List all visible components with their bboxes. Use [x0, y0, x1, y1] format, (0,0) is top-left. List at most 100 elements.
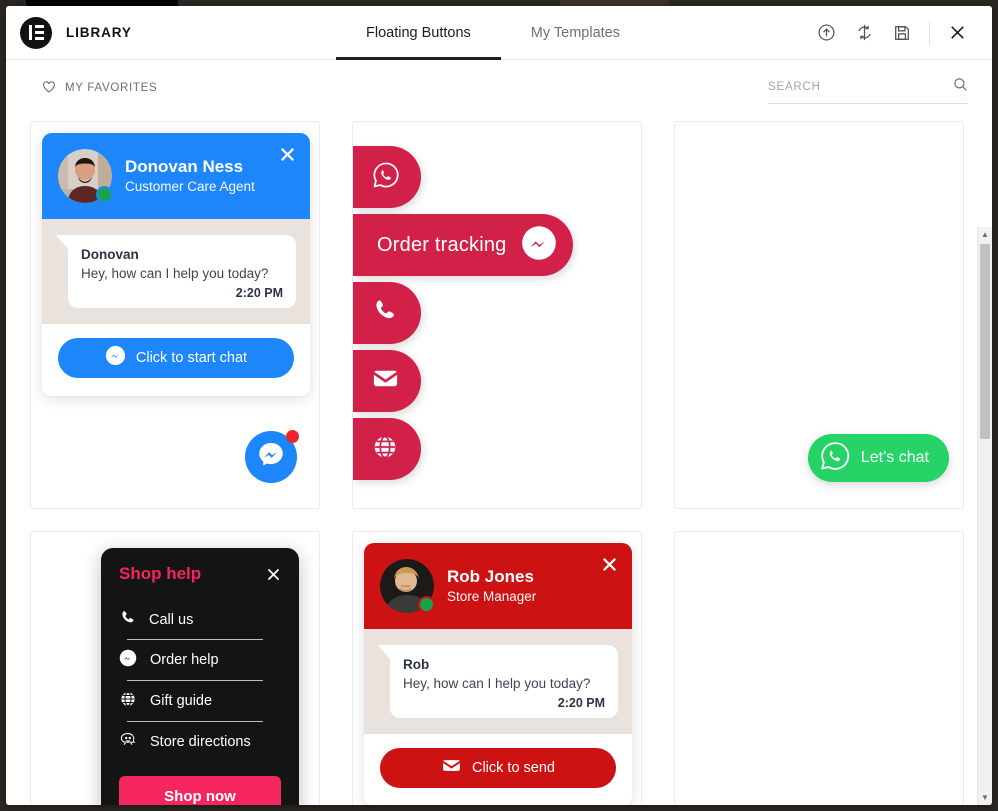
templates-grid: Donovan Ness Customer Care Agent Donovan: [30, 116, 968, 805]
click-to-send-button[interactable]: Click to send: [380, 747, 616, 788]
phone-icon: [371, 297, 398, 329]
close-icon[interactable]: [938, 14, 976, 52]
email-icon: [371, 364, 400, 398]
shop-item-call-us[interactable]: Call us: [119, 600, 281, 639]
chevron-down-icon[interactable]: ▼: [978, 790, 992, 805]
shop-item-order-help[interactable]: Order help: [119, 640, 281, 680]
shop-item-gift-guide[interactable]: Gift guide: [119, 681, 281, 721]
agent-role: Customer Care Agent: [125, 178, 255, 194]
shop-help-list: Call us Order help Gift guide Store dire…: [119, 600, 281, 762]
templates-scroll-area[interactable]: Donovan Ness Customer Care Agent Donovan: [6, 116, 992, 805]
shop-item-call-us-label: Call us: [149, 611, 194, 628]
template-card-shop-help[interactable]: Shop help Call us Order help Gift guide …: [30, 531, 320, 805]
pill-stack: Order tracking: [353, 146, 573, 480]
pill-email[interactable]: [353, 350, 421, 412]
shop-item-order-help-label: Order help: [150, 652, 219, 668]
agent-role: Store Manager: [447, 588, 537, 604]
tab-my-templates[interactable]: My Templates: [501, 6, 650, 59]
chat-bubble: Donovan Hey, how can I help you today? 2…: [56, 235, 296, 308]
pill-phone[interactable]: [353, 282, 421, 344]
phone-icon: [119, 609, 136, 630]
message-time: 2:20 PM: [557, 695, 605, 710]
messenger-fab[interactable]: [245, 430, 299, 483]
lets-chat-label: Let’s chat: [860, 449, 929, 466]
brand: LIBRARY: [6, 6, 336, 59]
template-card-empty[interactable]: [674, 531, 964, 805]
chat-widget-preview: Rob Jones Store Manager Rob Hey, how can…: [364, 543, 632, 805]
tab-floating-buttons-label: Floating Buttons: [366, 24, 471, 41]
avatar: [380, 559, 435, 613]
agent-name: Rob Jones: [447, 567, 534, 587]
chat-widget-footer: Click to send: [364, 733, 632, 805]
sync-icon[interactable]: [845, 14, 883, 52]
agent-info: Rob Jones Store Manager: [447, 566, 536, 605]
online-status-dot: [96, 186, 113, 203]
template-card-pill-stack[interactable]: Order tracking: [352, 121, 642, 509]
chat-widget-footer: Click to start chat: [42, 323, 310, 396]
upload-icon[interactable]: [807, 14, 845, 52]
online-status-dot: [418, 596, 435, 613]
library-modal: LIBRARY Floating Buttons My Templates MY…: [6, 6, 992, 805]
shop-now-button[interactable]: Shop now: [119, 776, 281, 805]
messenger-icon: [255, 439, 287, 476]
pill-globe[interactable]: [353, 418, 421, 480]
template-card-lets-chat[interactable]: Let’s chat: [674, 121, 964, 509]
whatsapp-icon: [818, 439, 852, 478]
shop-help-menu: Shop help Call us Order help Gift guide …: [101, 548, 299, 805]
chat-bubble: Rob Hey, how can I help you today? 2:20 …: [378, 645, 618, 718]
click-to-send-label: Click to send: [471, 759, 555, 776]
close-icon[interactable]: [266, 567, 281, 582]
search-icon[interactable]: [953, 77, 968, 97]
pill-order-tracking-label: Order tracking: [377, 233, 507, 256]
lets-chat-button[interactable]: Let’s chat: [807, 434, 949, 482]
search-box[interactable]: [768, 77, 968, 104]
globe-icon: [371, 433, 399, 466]
subheader: MY FAVORITES: [6, 60, 992, 116]
email-icon: [441, 755, 462, 780]
waze-icon: [119, 731, 137, 753]
message-text: Hey, how can I help you today?: [403, 675, 591, 691]
modal-header: LIBRARY Floating Buttons My Templates: [6, 6, 992, 60]
tab-floating-buttons[interactable]: Floating Buttons: [336, 6, 501, 60]
shop-item-store-directions[interactable]: Store directions: [119, 722, 281, 762]
elementor-logo-icon: [20, 16, 52, 49]
close-icon[interactable]: [279, 146, 296, 163]
chat-widget-header: Rob Jones Store Manager: [364, 543, 632, 629]
notification-badge: [286, 430, 299, 443]
message-text: Hey, how can I help you today?: [81, 265, 269, 281]
pill-whatsapp[interactable]: [353, 146, 421, 208]
message-time: 2:20 PM: [235, 285, 283, 300]
header-tabs: Floating Buttons My Templates: [336, 6, 650, 60]
pill-order-tracking[interactable]: Order tracking: [353, 214, 573, 276]
chat-widget-header: Donovan Ness Customer Care Agent: [42, 133, 310, 219]
shop-item-store-directions-label: Store directions: [150, 734, 251, 750]
header-divider: [929, 20, 930, 45]
heart-icon: [42, 80, 56, 97]
start-chat-label: Click to start chat: [135, 349, 248, 366]
chat-widget-preview: Donovan Ness Customer Care Agent Donovan: [42, 133, 310, 396]
scroll-thumb[interactable]: [980, 244, 990, 439]
save-icon[interactable]: [883, 14, 921, 52]
chat-message-area: Donovan Hey, how can I help you today? 2…: [42, 219, 310, 324]
search-input[interactable]: [768, 80, 953, 93]
close-icon[interactable]: [601, 556, 618, 573]
my-favorites-filter[interactable]: MY FAVORITES: [42, 80, 157, 97]
whatsapp-icon: [371, 160, 401, 195]
messenger-icon: [119, 649, 137, 671]
messenger-icon: [105, 345, 126, 370]
agent-info: Donovan Ness Customer Care Agent: [125, 156, 255, 195]
header-actions: [807, 6, 992, 59]
vertical-scrollbar[interactable]: ▲ ▼: [977, 227, 992, 805]
avatar: [58, 149, 113, 203]
template-card-email-chat[interactable]: Rob Jones Store Manager Rob Hey, how can…: [352, 531, 642, 805]
start-chat-button[interactable]: Click to start chat: [58, 337, 294, 378]
message-sender: Donovan: [81, 247, 139, 262]
shop-help-title: Shop help: [119, 564, 202, 583]
globe-icon: [119, 690, 137, 712]
agent-name: Donovan Ness: [125, 157, 244, 177]
shop-now-label: Shop now: [164, 787, 236, 805]
chevron-up-icon[interactable]: ▲: [978, 227, 992, 242]
chat-message-area: Rob Hey, how can I help you today? 2:20 …: [364, 629, 632, 734]
tab-my-templates-label: My Templates: [530, 24, 620, 41]
template-card-messenger-chat[interactable]: Donovan Ness Customer Care Agent Donovan: [30, 121, 320, 509]
